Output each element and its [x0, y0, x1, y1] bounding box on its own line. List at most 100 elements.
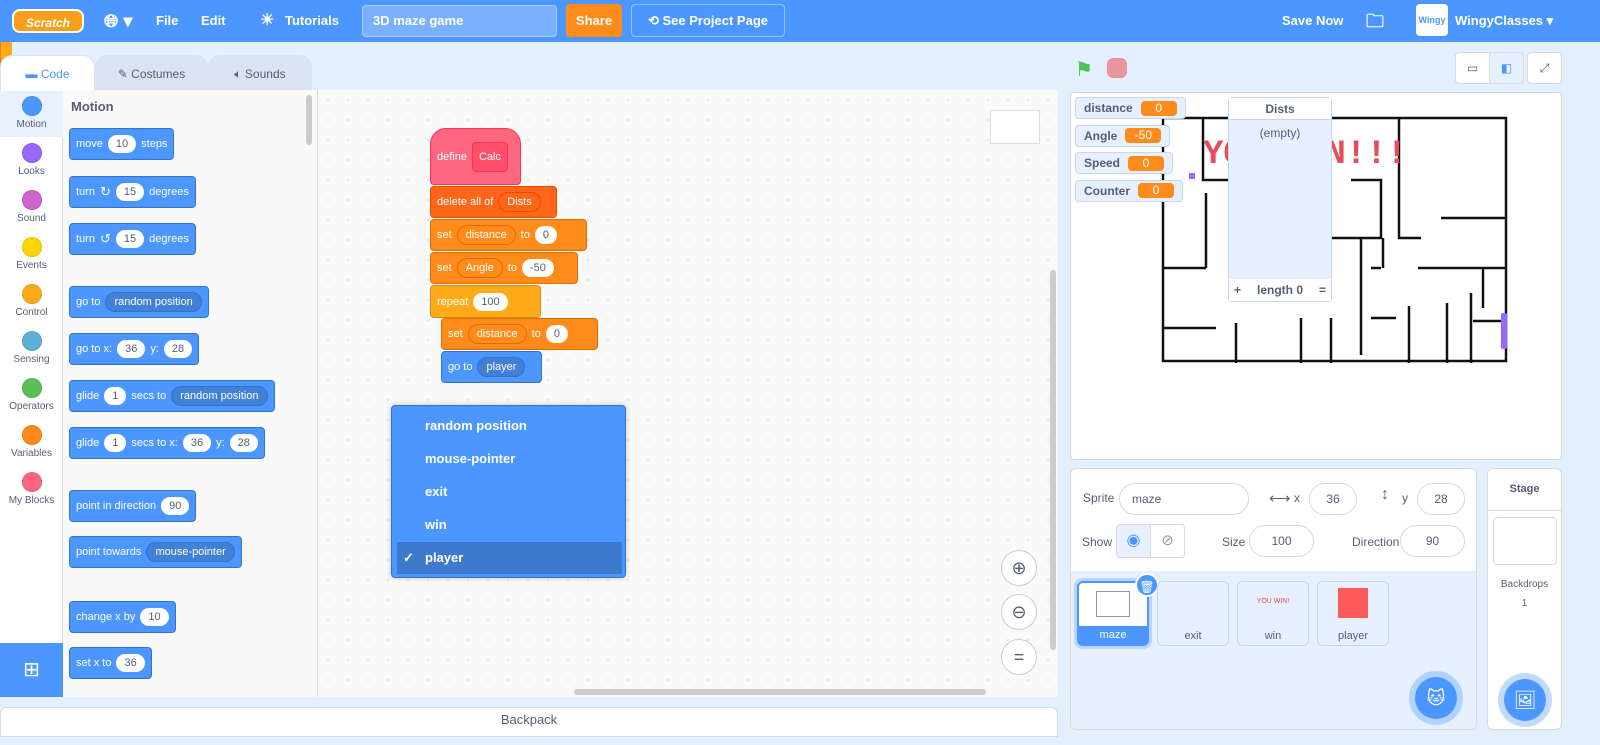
block-dropdown[interactable]: Dists [498, 192, 541, 212]
block-set-angle[interactable]: set Angle to -50 [430, 252, 578, 284]
menu-item-player[interactable]: ✓ player [397, 542, 622, 574]
block-dropdown[interactable]: random position [171, 386, 268, 406]
variable-monitor-speed[interactable]: Speed 0 [1075, 152, 1174, 174]
category-looks[interactable]: Looks [0, 137, 63, 184]
block-dropdown[interactable]: distance [467, 324, 527, 344]
green-flag-icon[interactable]: ⚑ [1075, 57, 1093, 82]
list-add-button[interactable]: + [1234, 279, 1241, 301]
block-input[interactable]: 28 [229, 434, 258, 452]
category-motion[interactable]: Motion [0, 90, 63, 137]
block-repeat[interactable]: repeat 100 [430, 285, 541, 318]
block-input[interactable]: 15 [115, 183, 145, 201]
block-turn-cw[interactable]: turn ↻ 15 degrees [69, 176, 196, 208]
sprite-name-input[interactable]: maze [1119, 483, 1249, 515]
menu-item-random-position[interactable]: random position [397, 410, 622, 442]
delete-sprite-button[interactable]: 🗑︎ [1135, 573, 1159, 597]
block-input[interactable]: 100 [473, 292, 508, 311]
zoom-in-button[interactable]: ⊕ [1001, 550, 1037, 586]
vertical-scrollbar[interactable] [1050, 270, 1056, 650]
menu-item-exit[interactable]: exit [397, 476, 622, 508]
choose-sprite-button[interactable]: 🐱︎ [1415, 677, 1457, 719]
globe-icon[interactable]: 🌐︎ ▾ [104, 0, 132, 42]
block-input[interactable]: 15 [115, 230, 145, 248]
project-title-input[interactable]: 3D maze game [362, 5, 557, 37]
menu-item-win[interactable]: win [397, 509, 622, 541]
list-resize-handle[interactable]: = [1319, 279, 1326, 301]
block-input[interactable]: 1 [104, 434, 127, 452]
block-input[interactable]: 36 [182, 434, 212, 452]
stage-thumbnail[interactable] [1492, 517, 1557, 565]
block-go-to[interactable]: go to player [441, 351, 542, 383]
block-dropdown[interactable]: random position [105, 292, 202, 312]
tutorials-button[interactable]: Tutorials [285, 0, 339, 42]
block-setx[interactable]: set x to 36 [69, 647, 152, 679]
block-move[interactable]: move 10 steps [69, 128, 175, 160]
normal-stage-button[interactable]: ◧ [1489, 52, 1524, 84]
direction-input[interactable]: 90 [1400, 525, 1465, 557]
menu-item-mouse-pointer[interactable]: mouse-pointer [397, 443, 622, 475]
variable-monitor-counter[interactable]: Counter 0 [1075, 179, 1183, 202]
y-input[interactable]: 28 [1417, 483, 1465, 515]
block-delete-all[interactable]: delete all of Dists [430, 186, 557, 218]
block-set-distance[interactable]: set distance to 0 [430, 219, 587, 251]
block-input[interactable]: 36 [117, 340, 146, 358]
zoom-out-button[interactable]: ⊖ [1001, 594, 1037, 630]
horizontal-scrollbar[interactable] [574, 689, 986, 695]
block-input[interactable]: 0 [534, 226, 557, 244]
list-monitor-dists[interactable]: Dists (empty) + length 0 = [1228, 97, 1332, 302]
edit-menu[interactable]: Edit [201, 0, 226, 42]
account-menu[interactable]: WingyClasses ▾ [1455, 0, 1553, 42]
block-towards[interactable]: point towards mouse-pointer [69, 536, 242, 568]
share-button[interactable]: Share [566, 4, 622, 37]
block-dropdown[interactable]: mouse-pointer [146, 542, 235, 562]
block-input[interactable]: 10 [107, 135, 137, 153]
block-dropdown[interactable]: player [477, 357, 526, 377]
block-point[interactable]: point in direction 90 [69, 490, 197, 522]
script-area[interactable] [318, 90, 1058, 697]
block-glidexy[interactable]: glide 1 secs to x: 36 y: 28 [69, 427, 265, 459]
stop-icon[interactable] [1107, 58, 1127, 78]
block-set-distance-inner[interactable]: set distance to 0 [441, 318, 598, 350]
category-sensing[interactable]: Sensing [0, 325, 63, 372]
small-stage-button[interactable]: ▭ [1455, 52, 1490, 84]
sprite-thumb-maze[interactable]: maze 🗑︎ [1077, 573, 1159, 646]
tab-sounds[interactable]: 🔈︎ Sounds [208, 55, 312, 91]
block-changex[interactable]: change x by 10 [69, 601, 176, 633]
x-input[interactable]: 36 [1309, 483, 1357, 515]
block-dropdown[interactable]: distance [456, 225, 516, 245]
category-control[interactable]: Control [0, 278, 63, 325]
tab-code[interactable]: ▬ Code [0, 55, 95, 91]
file-menu[interactable]: File [156, 0, 178, 42]
block-input[interactable]: 10 [140, 608, 169, 626]
stage-selector[interactable]: Stage Backdrops 1 🖼︎ [1487, 468, 1562, 730]
variable-monitor-distance[interactable]: distance 0 [1075, 97, 1186, 119]
block-input[interactable]: 28 [163, 340, 193, 358]
sprite-thumb-exit[interactable]: exit [1157, 581, 1229, 646]
see-project-page-button[interactable]: ⟲ See Project Page [631, 4, 785, 37]
block-define[interactable]: define Calc [430, 128, 521, 185]
add-extension-button[interactable]: ⊞ [0, 643, 63, 697]
variable-monitor-angle[interactable]: Angle -50 [1075, 124, 1171, 147]
tab-costumes[interactable]: ✎ Costumes [95, 55, 208, 91]
folder-icon[interactable]: 🗀︎ [1366, 0, 1384, 42]
block-glide[interactable]: glide 1 secs to random position [69, 380, 275, 412]
block-turn-ccw[interactable]: turn ↺ 15 degrees [69, 223, 196, 255]
block-dropdown[interactable]: Angle [456, 258, 503, 278]
stage[interactable]: YOU WIN!!! distance0Angle-50Speed0Counte… [1070, 92, 1562, 460]
block-gotoxy[interactable]: go to x: 36 y: 28 [69, 333, 200, 365]
block-input[interactable]: 1 [104, 387, 127, 405]
block-input[interactable]: 0 [545, 325, 568, 343]
block-input[interactable]: 36 [116, 654, 145, 672]
choose-backdrop-button[interactable]: 🖼︎ [1504, 679, 1546, 721]
backpack[interactable]: Backpack [0, 707, 1058, 737]
player-sprite[interactable] [1501, 313, 1507, 349]
block-input[interactable]: -50 [522, 259, 554, 277]
category-variables[interactable]: Variables [0, 419, 63, 466]
save-now-button[interactable]: Save Now [1282, 0, 1343, 42]
show-visible-button[interactable]: ◉ [1116, 524, 1151, 558]
size-input[interactable]: 100 [1249, 525, 1314, 557]
category-sound[interactable]: Sound [0, 184, 63, 231]
category-events[interactable]: Events [0, 231, 63, 278]
block-input[interactable]: 90 [161, 497, 190, 515]
category-operators[interactable]: Operators [0, 372, 63, 419]
